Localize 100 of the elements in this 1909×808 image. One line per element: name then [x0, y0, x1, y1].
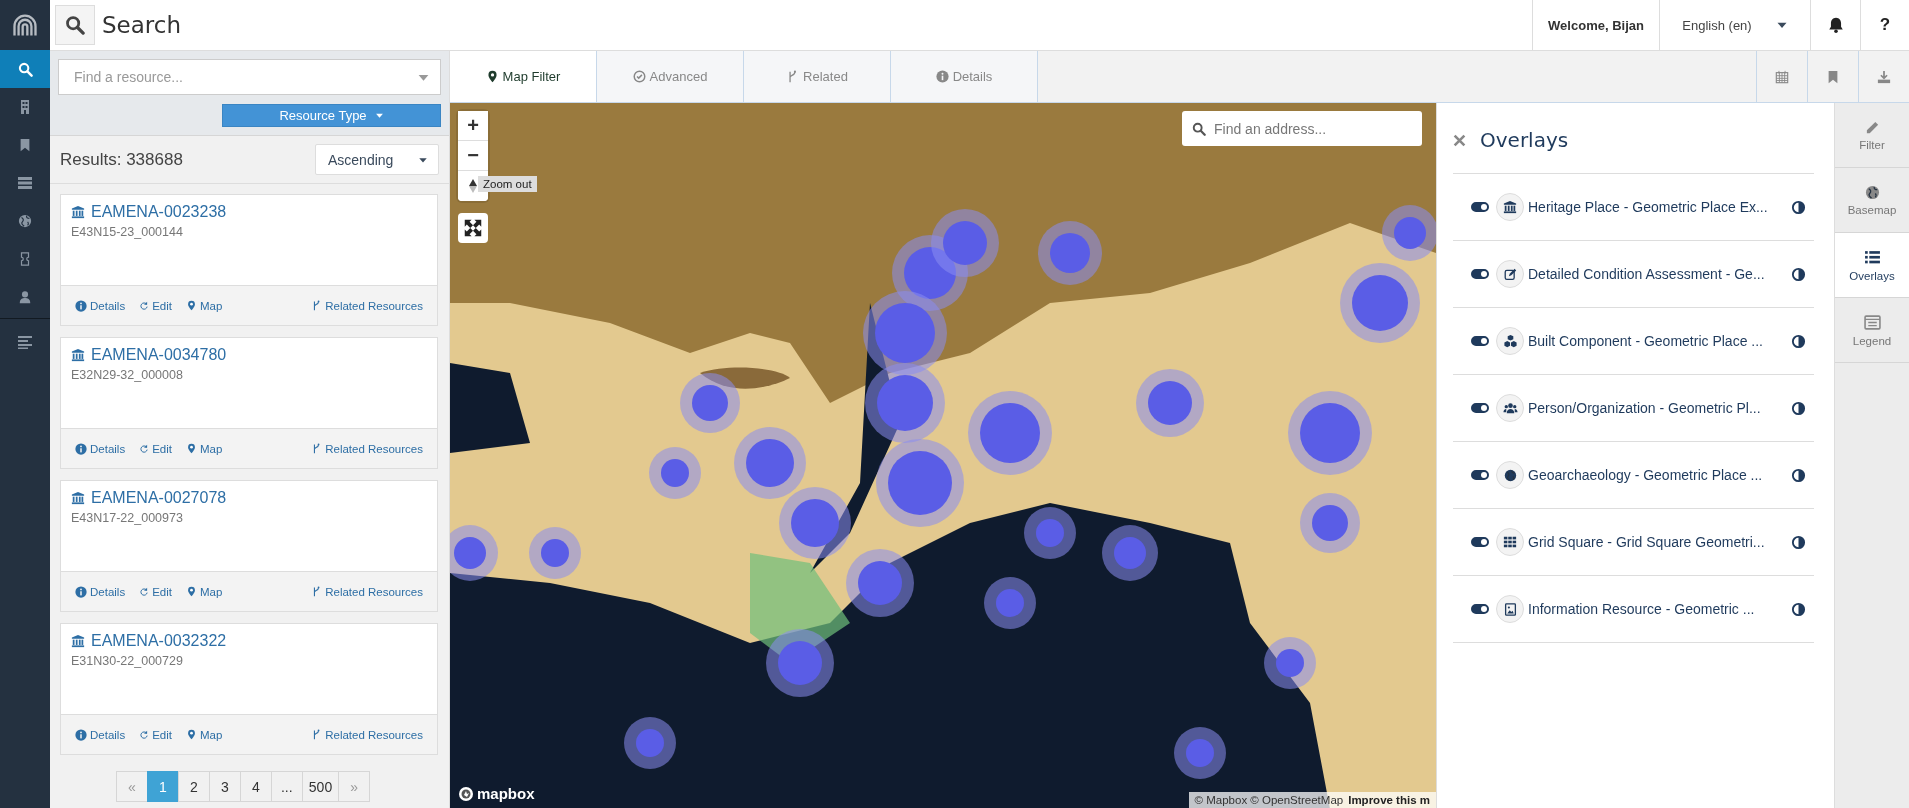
address-search-field[interactable]: Find an address... — [1182, 111, 1422, 146]
pencil-icon — [1864, 119, 1880, 135]
action-link[interactable]: Edit — [139, 728, 172, 741]
refresh-icon — [139, 300, 150, 311]
layer-toggle[interactable] — [1471, 470, 1489, 480]
fullscreen-button[interactable] — [458, 213, 488, 243]
zoom-in-button[interactable]: + — [458, 111, 488, 141]
map-marker-icon — [186, 443, 197, 454]
opacity-button[interactable] — [1791, 199, 1806, 215]
result-subtitle: E43N15-23_000144 — [71, 225, 184, 239]
page-button[interactable]: 1 — [146, 771, 179, 802]
action-link[interactable]: Details — [75, 585, 126, 598]
opacity-button[interactable] — [1791, 266, 1806, 282]
action-link[interactable]: Map — [186, 585, 223, 598]
info-icon — [75, 299, 87, 312]
list-icon — [1863, 248, 1881, 266]
check-circle-icon — [632, 70, 646, 83]
download-icon — [1877, 69, 1891, 84]
page-button[interactable]: ... — [270, 771, 303, 802]
page-button[interactable]: 3 — [208, 771, 241, 802]
tab[interactable]: Advanced — [597, 51, 744, 102]
opacity-button[interactable] — [1791, 534, 1806, 550]
nav-item[interactable] — [0, 50, 50, 88]
search-button[interactable] — [55, 5, 95, 45]
side-tab[interactable]: Overlays — [1835, 233, 1909, 298]
close-button[interactable] — [1453, 133, 1466, 147]
contrast-icon — [1791, 266, 1806, 282]
action-link[interactable]: Related Resources — [311, 585, 423, 598]
action-link[interactable]: Related Resources — [311, 299, 423, 312]
welcome-text: Welcome, Bijan — [1532, 0, 1659, 50]
action-link[interactable]: Map — [186, 728, 223, 741]
action-link[interactable]: Edit — [139, 299, 172, 312]
page-title: Search — [102, 12, 182, 38]
tab[interactable]: Map Filter — [450, 51, 597, 102]
contrast-icon — [1791, 199, 1806, 215]
cubes-icon — [1502, 333, 1518, 349]
image-file-icon — [1503, 602, 1517, 616]
resource-type-button[interactable]: Resource Type — [222, 104, 441, 127]
overlay-layer-name: Built Component - Geometric Place ... — [1528, 333, 1764, 349]
map-view[interactable]: + − Zoom out Find an address... mapbox © Mapbox © OpenStreetMap Improve this m — [450, 103, 1436, 808]
action-link[interactable]: Related Resources — [311, 728, 423, 741]
page-button[interactable]: 500 — [301, 771, 340, 802]
result-title-link[interactable]: EAMENA-0027078 — [91, 489, 227, 507]
map-marker-icon — [485, 70, 499, 83]
layer-toggle[interactable] — [1471, 537, 1489, 547]
result-subtitle: E43N17-22_000973 — [71, 511, 184, 525]
tab[interactable]: Details — [891, 51, 1038, 102]
overlay-layer-name: Detailed Condition Assessment - Ge... — [1528, 266, 1766, 282]
action-link[interactable]: Edit — [139, 442, 172, 455]
action-link[interactable]: Details — [75, 442, 126, 455]
help-button[interactable]: ? — [1860, 0, 1909, 50]
tab[interactable]: Related — [744, 51, 891, 102]
mapbox-logo-icon — [458, 785, 474, 802]
action-link[interactable]: Details — [75, 299, 126, 312]
grid-icon — [1503, 535, 1517, 549]
improve-map-link[interactable]: Improve this m — [1348, 794, 1430, 806]
layer-toggle[interactable] — [1471, 604, 1489, 614]
info-icon — [75, 728, 87, 741]
action-link[interactable]: Details — [75, 728, 126, 741]
opacity-button[interactable] — [1791, 467, 1806, 483]
result-subtitle: E31N30-22_000729 — [71, 654, 184, 668]
contrast-icon — [1791, 534, 1806, 550]
page-button[interactable]: » — [338, 771, 371, 802]
sort-dropdown[interactable]: Ascending — [315, 144, 439, 175]
language-dropdown[interactable]: English (en) — [1659, 0, 1810, 50]
close-icon — [1453, 133, 1466, 147]
resource-search-field[interactable]: Find a resource... — [58, 59, 441, 95]
action-link[interactable]: Related Resources — [311, 442, 423, 455]
layer-toggle[interactable] — [1471, 403, 1489, 413]
opacity-button[interactable] — [1791, 400, 1806, 416]
opacity-button[interactable] — [1791, 333, 1806, 349]
contrast-icon — [1791, 333, 1806, 349]
result-title-link[interactable]: EAMENA-0034780 — [91, 346, 227, 364]
map-marker-icon — [186, 586, 197, 597]
bookmark-icon — [1826, 69, 1840, 84]
bookmark-icon — [18, 138, 32, 152]
map-marker-icon — [186, 300, 197, 311]
calendar-icon — [1775, 69, 1789, 84]
compass-icon — [468, 178, 478, 194]
info-icon — [935, 70, 949, 83]
result-title-link[interactable]: EAMENA-0023238 — [91, 203, 227, 221]
search-icon — [65, 15, 85, 35]
overlay-layer-name: Information Resource - Geometric ... — [1528, 601, 1756, 617]
result-subtitle: E32N29-32_000008 — [71, 368, 184, 382]
action-link[interactable]: Map — [186, 442, 223, 455]
server-icon — [17, 175, 33, 191]
layer-toggle[interactable] — [1471, 202, 1489, 212]
page-button[interactable]: « — [115, 771, 148, 802]
institution-icon — [71, 348, 85, 362]
action-link[interactable]: Edit — [139, 585, 172, 598]
overlays-title: Overlays — [1480, 128, 1569, 152]
bell-icon — [1826, 16, 1845, 34]
result-title-link[interactable]: EAMENA-0032322 — [91, 632, 227, 650]
page-button[interactable]: 2 — [177, 771, 210, 802]
layer-toggle[interactable] — [1471, 269, 1489, 279]
layer-toggle[interactable] — [1471, 336, 1489, 346]
action-link[interactable]: Map — [186, 299, 223, 312]
page-button[interactable]: 4 — [239, 771, 272, 802]
opacity-button[interactable] — [1791, 601, 1806, 617]
institution-icon — [1503, 200, 1517, 214]
